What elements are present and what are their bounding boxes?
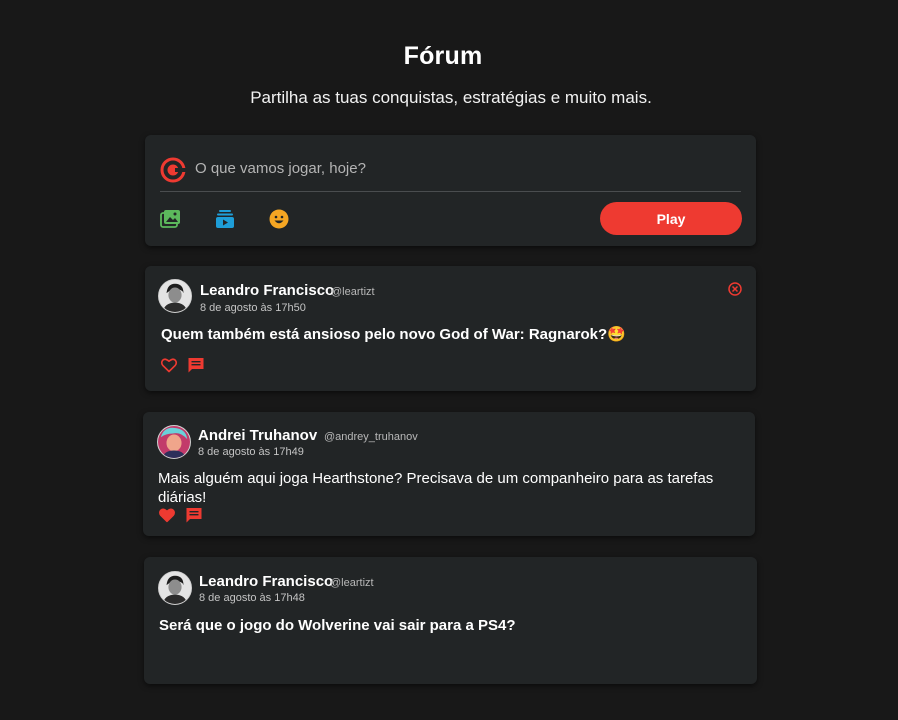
post-date: 8 de agosto às 17h49 xyxy=(198,446,304,458)
post-text: Será que o jogo do Wolverine vai sair pa… xyxy=(159,617,516,634)
comment-icon[interactable] xyxy=(185,506,203,524)
image-icon[interactable] xyxy=(160,208,182,230)
composer-input[interactable]: O que vamos jogar, hoje? xyxy=(195,160,366,177)
post-text: Mais alguém aqui joga Hearthstone? Preci… xyxy=(158,470,714,506)
post-text-content: Quem também está ansioso pelo novo God o… xyxy=(161,326,608,343)
brand-logo-icon xyxy=(160,157,186,183)
post-author[interactable]: Andrei Truhanov xyxy=(198,427,317,444)
heart-outline-icon[interactable] xyxy=(160,356,178,374)
post-handle: @andrey_truhanov xyxy=(324,431,418,443)
delete-post-icon[interactable] xyxy=(727,281,743,297)
post-date: 8 de agosto às 17h48 xyxy=(199,592,305,604)
post-text: Quem também está ansioso pelo novo God o… xyxy=(161,325,741,344)
post-card: Andrei Truhanov @andrey_truhanov 8 de ag… xyxy=(143,412,755,536)
post-author[interactable]: Leandro Francisco xyxy=(199,573,333,590)
heart-filled-icon[interactable] xyxy=(158,506,176,524)
forum-page: Fórum Partilha as tuas conquistas, estra… xyxy=(0,0,898,720)
page-subtitle: Partilha as tuas conquistas, estratégias… xyxy=(250,88,652,107)
emoji-icon[interactable] xyxy=(268,208,290,230)
avatar-image xyxy=(159,280,191,312)
page-title: Fórum xyxy=(403,42,483,70)
avatar[interactable] xyxy=(158,571,192,605)
post-composer: O que vamos jogar, hoje? Play xyxy=(145,135,756,246)
post-card: Leandro Francisco @leartizt 8 de agosto … xyxy=(145,266,756,391)
post-date: 8 de agosto às 17h50 xyxy=(200,302,306,314)
comment-icon[interactable] xyxy=(187,356,205,374)
post-card: Leandro Francisco @leartizt 8 de agosto … xyxy=(144,557,757,684)
avatar-image xyxy=(158,426,190,458)
avatar[interactable] xyxy=(158,279,192,313)
composer-divider xyxy=(160,191,741,192)
play-button[interactable]: Play xyxy=(600,202,742,235)
video-icon[interactable] xyxy=(214,208,236,230)
post-author[interactable]: Leandro Francisco xyxy=(200,282,334,299)
star-struck-emoji: 🤩 xyxy=(607,326,626,343)
avatar-image xyxy=(159,572,191,604)
post-handle: @leartizt xyxy=(330,577,374,589)
post-handle: @leartizt xyxy=(331,286,375,298)
avatar[interactable] xyxy=(157,425,191,459)
